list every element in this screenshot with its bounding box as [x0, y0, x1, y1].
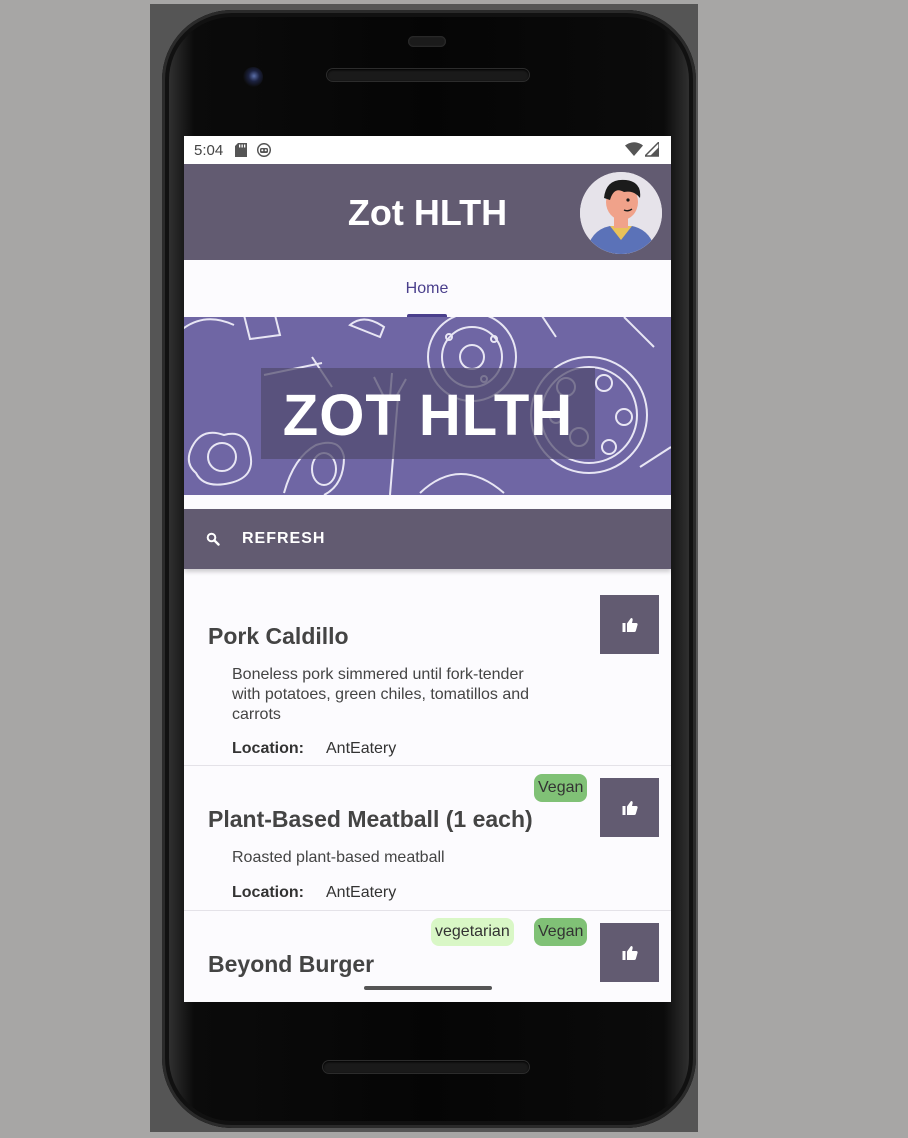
banner-title: ZOT HLTH [282, 383, 574, 448]
earpiece-speaker [327, 69, 529, 81]
banner-title-box: ZOT HLTH [261, 368, 595, 459]
item-name: Plant-Based Meatball (1 each) [208, 806, 533, 832]
item-description: Roasted plant-based meatball [232, 849, 445, 866]
app-bar: Zot HLTH [184, 164, 671, 260]
sd-card-icon [235, 143, 248, 157]
thumb-up-icon [622, 945, 638, 960]
location-value: AntEatery [326, 740, 397, 757]
item-name: Beyond Burger [208, 951, 375, 977]
thumb-up-icon [622, 800, 638, 815]
status-time: 5:04 [194, 141, 224, 159]
tab-row: Home [184, 260, 671, 317]
location-value: AntEatery [326, 884, 397, 901]
proximity-sensor [408, 36, 446, 47]
tab-home[interactable]: Home [374, 280, 480, 298]
like-button[interactable] [600, 923, 659, 982]
bottom-speaker [323, 1061, 529, 1073]
item-description: Boneless pork simmered until fork-tender… [232, 666, 530, 723]
location-label: Location: [232, 740, 304, 757]
thumb-up-icon [622, 617, 638, 632]
refresh-label: REFRESH [242, 530, 326, 547]
like-button[interactable] [600, 595, 659, 654]
menu-list: Pork Caldillo Boneless pork simmered unt… [184, 569, 671, 1002]
menu-item: Vegan Plant-Based Meatball (1 each) Roas… [184, 766, 671, 911]
phone-screen: 5:04 Zot HLTH Home ZOT HLTH REFRESH Pork… [184, 136, 671, 1002]
avatar-illustration-icon [580, 172, 662, 254]
signal-icon [645, 142, 659, 157]
vegan-badge: Vegan [534, 918, 588, 946]
wifi-icon [625, 142, 643, 156]
refresh-button[interactable]: REFRESH [184, 509, 671, 569]
location-label: Location: [232, 884, 304, 901]
like-button[interactable] [600, 778, 659, 837]
status-bar: 5:04 [184, 136, 671, 164]
robot-icon [257, 143, 272, 157]
vegan-badge: Vegan [534, 774, 588, 802]
item-name: Pork Caldillo [208, 623, 349, 649]
menu-item: Pork Caldillo Boneless pork simmered unt… [184, 569, 671, 766]
search-icon [206, 532, 220, 546]
vegetarian-badge: vegetarian [431, 918, 514, 946]
gesture-nav-handle[interactable] [364, 986, 492, 990]
avatar[interactable] [580, 172, 662, 254]
front-camera [243, 67, 263, 87]
hero-banner: ZOT HLTH [184, 317, 671, 495]
